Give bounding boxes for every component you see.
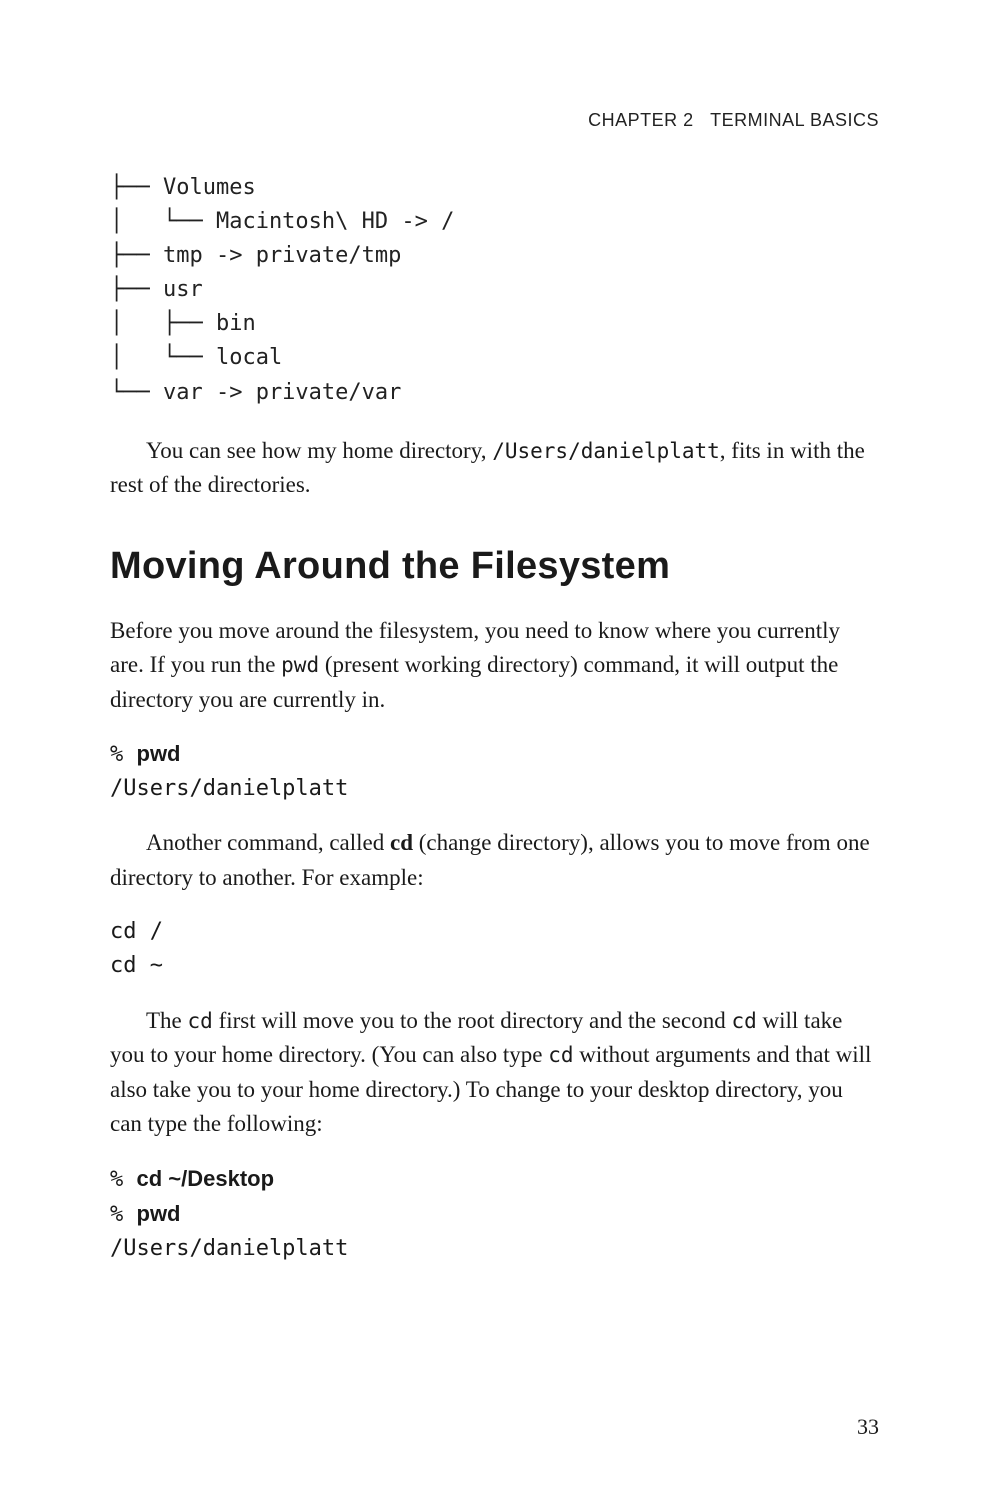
paragraph-1: You can see how my home directory, /User… [110, 434, 879, 503]
paragraph-4: The cd first will move you to the root d… [110, 1004, 879, 1142]
inline-code-cd: cd [548, 1043, 573, 1067]
code-block-cd-desktop: % cd ~/Desktop % pwd /Users/danielplatt [110, 1162, 879, 1266]
inline-code-cd: cd [188, 1009, 213, 1033]
tree-line: │ ├── bin [110, 311, 256, 336]
tree-line: └── var -> private/var [110, 380, 401, 405]
command-pwd: pwd [137, 741, 181, 766]
bold-cd: cd [390, 830, 413, 855]
chapter-title: TERMINAL BASICS [710, 110, 879, 130]
output-path: /Users/danielplatt [110, 1236, 348, 1261]
tree-line: │ └── local [110, 345, 282, 370]
tree-line: │ └── Macintosh\ HD -> / [110, 209, 454, 234]
code-line: cd / [110, 919, 163, 944]
output-path: /Users/danielplatt [110, 776, 348, 801]
text: The [146, 1008, 188, 1033]
code-block-pwd: % pwd /Users/danielplatt [110, 737, 879, 806]
text: You can see how my home directory, [146, 438, 492, 463]
text: first will move you to the root director… [213, 1008, 732, 1033]
tree-line: ├── Volumes [110, 175, 256, 200]
paragraph-2: Before you move around the filesystem, y… [110, 614, 879, 718]
chapter-label: CHAPTER 2 [588, 110, 694, 130]
text: Another command, called [146, 830, 390, 855]
code-line: cd ~ [110, 953, 163, 978]
page-number: 33 [857, 1414, 879, 1440]
section-heading: Moving Around the Filesystem [110, 545, 879, 588]
running-header: CHAPTER 2 TERMINAL BASICS [110, 110, 879, 131]
paragraph-3: Another command, called cd (change direc… [110, 826, 879, 895]
command-cd-desktop: cd ~/Desktop [137, 1166, 275, 1191]
prompt: % [110, 1167, 137, 1192]
prompt: % [110, 1202, 137, 1227]
tree-line: ├── usr [110, 277, 203, 302]
prompt: % [110, 742, 137, 767]
inline-code-path: /Users/danielplatt [492, 439, 720, 463]
code-block-cd-examples: cd / cd ~ [110, 915, 879, 983]
inline-code-cd: cd [731, 1009, 756, 1033]
directory-tree: ├── Volumes │ └── Macintosh\ HD -> / ├──… [110, 171, 879, 410]
tree-line: ├── tmp -> private/tmp [110, 243, 401, 268]
command-pwd: pwd [137, 1201, 181, 1226]
inline-code-pwd: pwd [281, 653, 319, 677]
page: CHAPTER 2 TERMINAL BASICS ├── Volumes │ … [0, 0, 989, 1500]
